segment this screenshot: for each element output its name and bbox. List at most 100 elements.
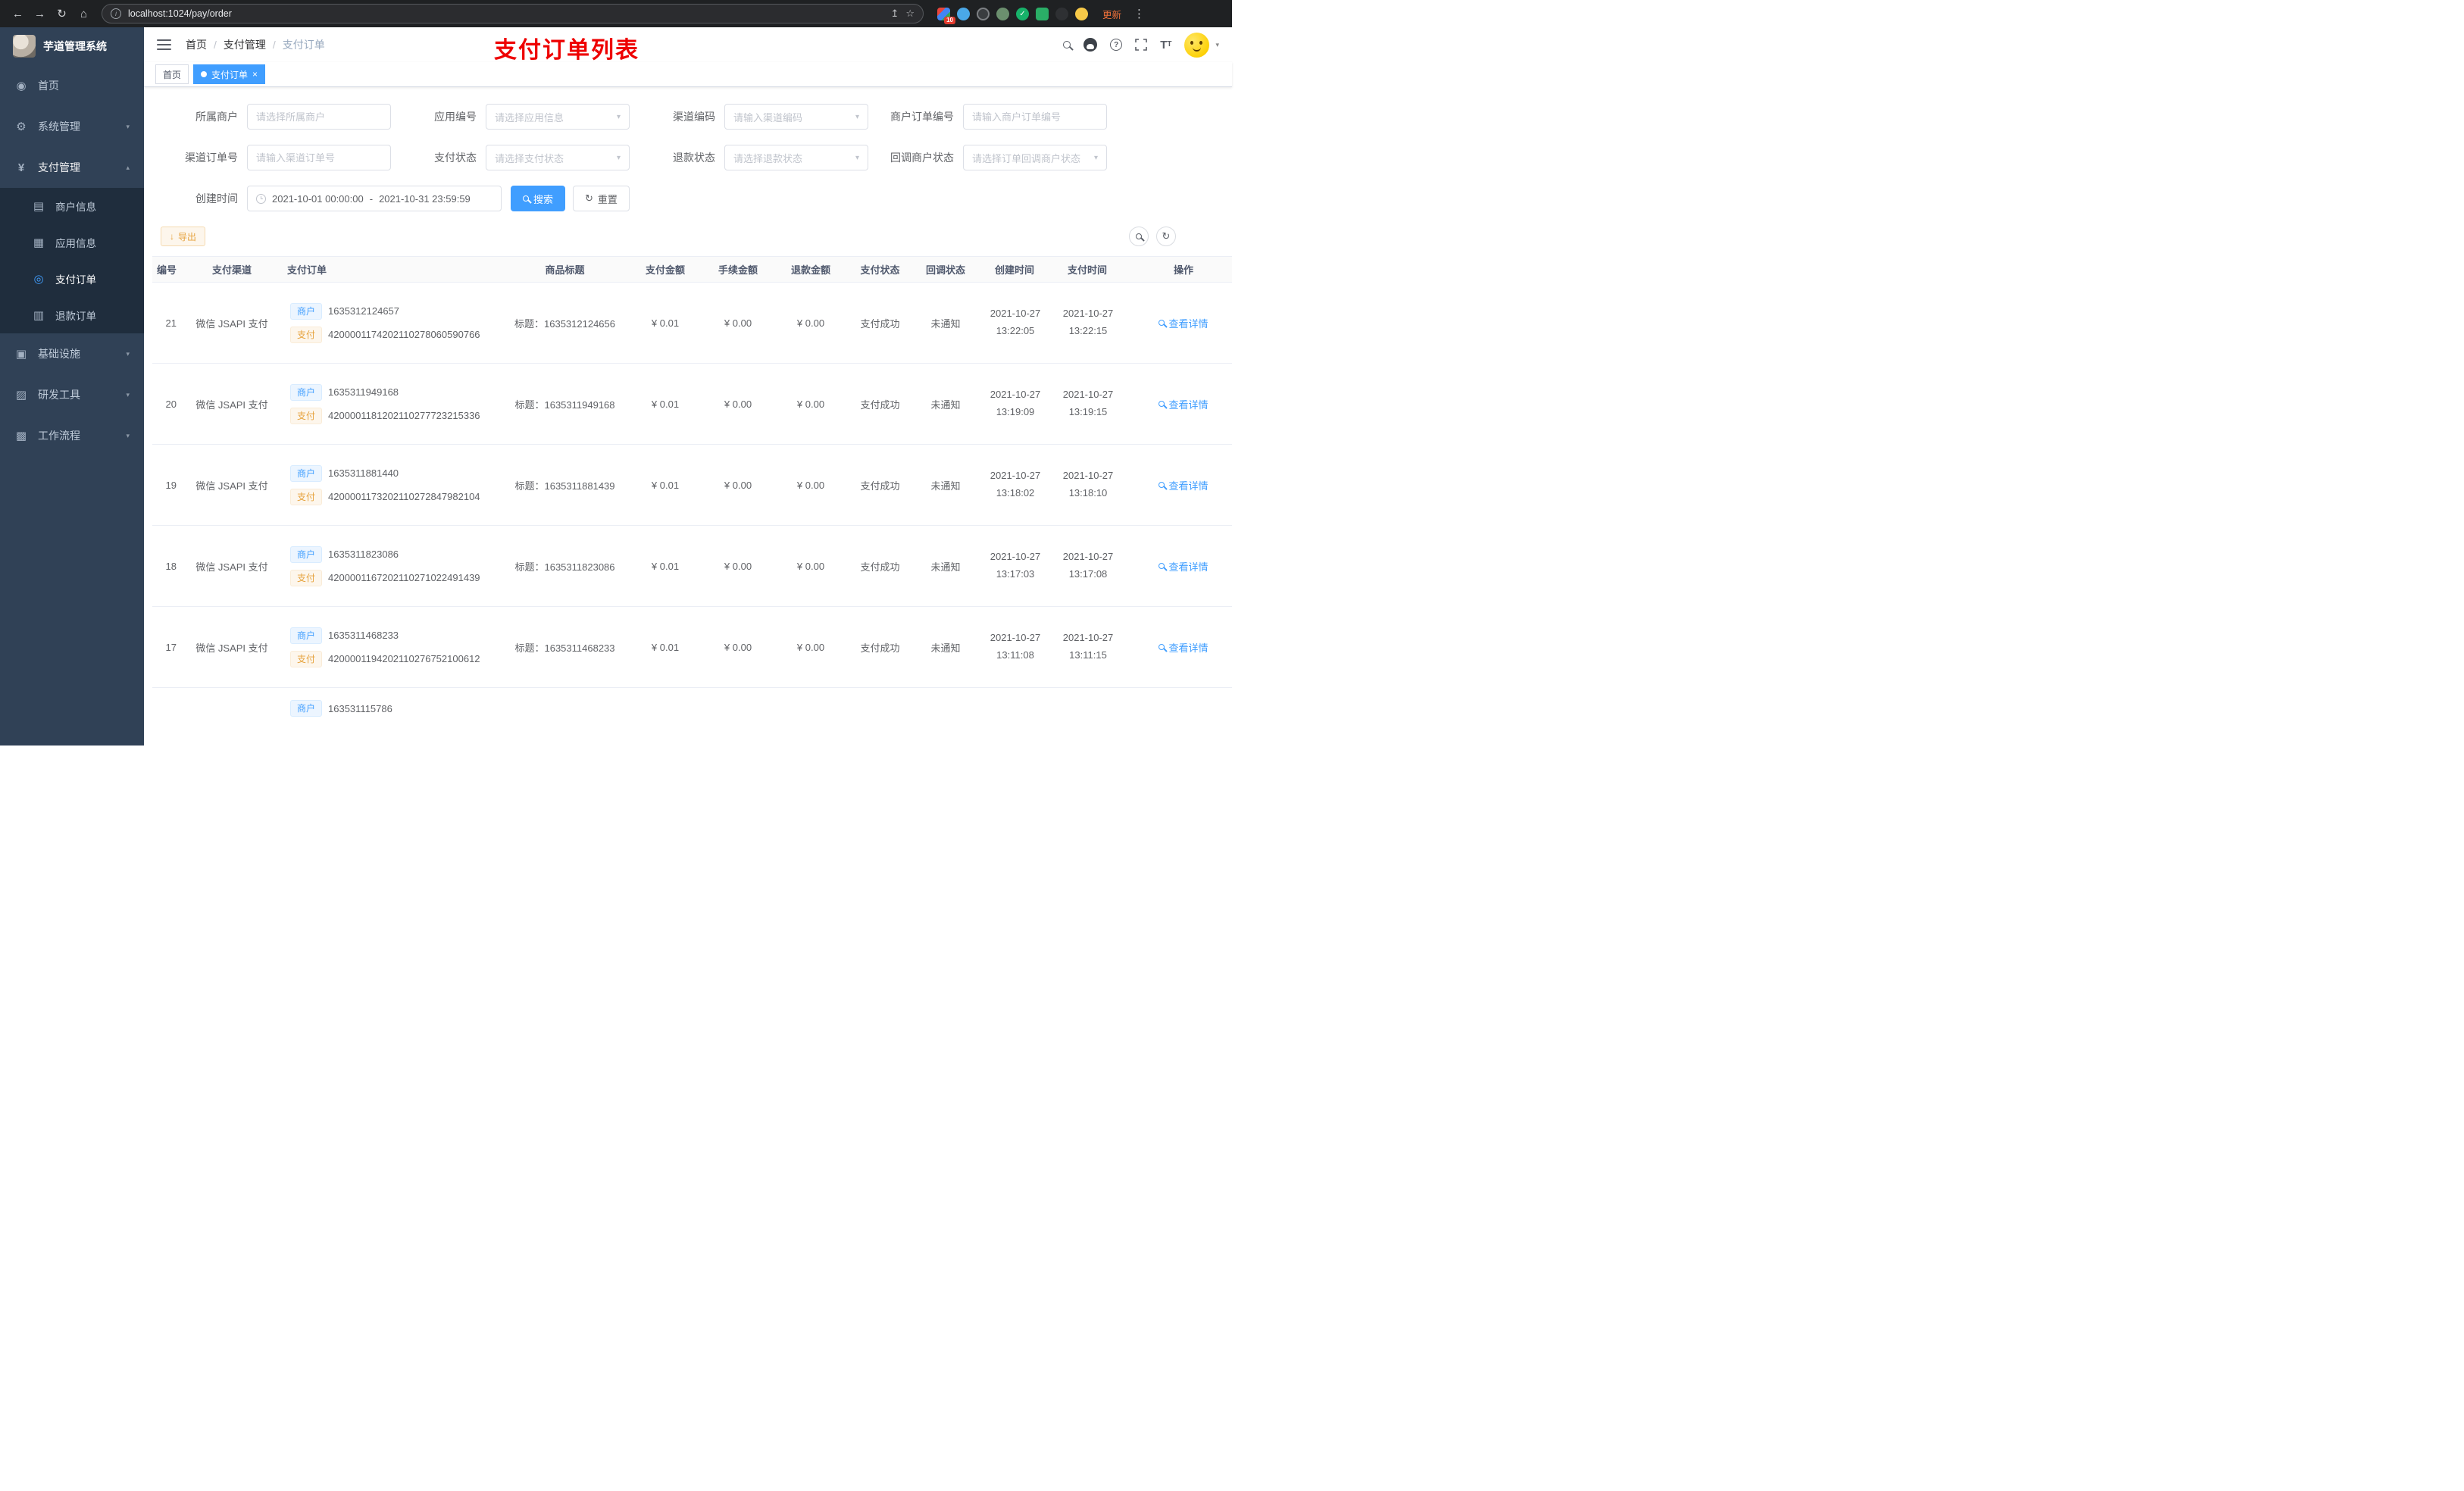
search-icon[interactable] — [1063, 41, 1071, 48]
cell-id: 18 — [152, 525, 183, 607]
extension-icon-6[interactable] — [1036, 7, 1049, 20]
cell-title: 标题：1635311468233 — [501, 606, 629, 688]
sidebar-item-pay-order[interactable]: 支付订单 — [0, 261, 144, 297]
export-button[interactable]: 导出 — [161, 227, 206, 246]
close-icon[interactable] — [252, 69, 258, 80]
tab-home[interactable]: 首页 — [155, 64, 189, 84]
refresh-table-icon[interactable] — [1156, 227, 1176, 246]
channel-code-select[interactable]: 请输入渠道编码 — [724, 104, 868, 130]
channel-order-input[interactable] — [247, 145, 391, 170]
page-content: 所属商户 应用编号 请选择应用信息 渠道编码 请输入渠道编码 — [144, 87, 1232, 746]
pay-order-icon — [32, 272, 45, 286]
cell-status: 支付成功 — [847, 606, 913, 688]
app-id-select[interactable]: 请选择应用信息 — [486, 104, 630, 130]
sidebar-item-label: 支付订单 — [55, 274, 96, 286]
font-size-icon[interactable]: TT — [1160, 39, 1171, 51]
tab-pay-order[interactable]: 支付订单 — [193, 64, 266, 84]
breadcrumb-home[interactable]: 首页 — [186, 37, 207, 52]
cell-created: 2021-10-27 13:18:02 — [990, 470, 1041, 499]
pay-tag: 支付 — [290, 407, 323, 424]
reset-button-label: 重置 — [597, 193, 618, 205]
sidebar-item-workflow[interactable]: 工作流程 — [0, 415, 144, 456]
sidebar-item-payment[interactable]: 支付管理 — [0, 147, 144, 188]
reload-icon[interactable] — [52, 4, 72, 24]
cell-notify: 未通知 — [913, 606, 978, 688]
extension-icon-8[interactable] — [1075, 7, 1088, 20]
view-detail-link[interactable]: 查看详情 — [1159, 397, 1209, 411]
bookmark-star-icon[interactable] — [905, 8, 915, 20]
address-bar[interactable]: localhost:1024/pay/order — [102, 4, 924, 23]
url-text: localhost:1024/pay/order — [128, 8, 232, 19]
sidebar-item-system[interactable]: 系统管理 — [0, 106, 144, 147]
pay-tag: 支付 — [290, 569, 323, 586]
app-logo-row: 芋道管理系统 — [0, 27, 144, 65]
channel-order-no: 4200001194202110276752100612 — [328, 653, 480, 664]
create-time-label: 创建时间 — [195, 192, 238, 205]
sidebar-item-merchant-info[interactable]: 商户信息 — [0, 188, 144, 224]
select-placeholder: 请选择支付状态 — [495, 152, 564, 164]
toggle-search-icon[interactable] — [1129, 227, 1149, 246]
reset-button[interactable]: 重置 — [573, 186, 630, 211]
merchant-order-no: 1635312124657 — [328, 305, 400, 317]
sidebar-item-refund-order[interactable]: 退款订单 — [0, 297, 144, 333]
export-button-label: 导出 — [178, 231, 197, 242]
channel-order-no: 4200001174202110278060590766 — [328, 329, 480, 340]
refund-status-label: 退款状态 — [673, 152, 715, 164]
extension-icon-1[interactable]: 10 — [937, 7, 955, 24]
view-detail-link[interactable]: 查看详情 — [1159, 559, 1209, 574]
view-detail-link[interactable]: 查看详情 — [1159, 640, 1209, 655]
extension-icon-5[interactable] — [1016, 7, 1029, 20]
callback-status-select[interactable]: 请选择订单回调商户状态 — [963, 145, 1107, 170]
browser-menu-icon[interactable] — [1130, 7, 1149, 20]
chevron-down-icon — [1094, 154, 1098, 162]
app-grid-icon — [32, 236, 45, 249]
sidebar-item-home[interactable]: 首页 — [0, 65, 144, 106]
cell-status: 支付成功 — [847, 444, 913, 526]
pay-status-select[interactable]: 请选择支付状态 — [486, 145, 630, 170]
extension-icon-2[interactable] — [957, 7, 970, 20]
fullscreen-icon[interactable] — [1135, 39, 1147, 51]
refund-status-select[interactable]: 请选择退款状态 — [724, 145, 868, 170]
search-icon — [1159, 401, 1165, 407]
view-detail-link[interactable]: 查看详情 — [1159, 478, 1209, 492]
view-detail-label: 查看详情 — [1168, 561, 1209, 573]
cell-notify: 未通知 — [913, 363, 978, 445]
share-icon[interactable] — [890, 8, 899, 20]
refund-doc-icon — [32, 308, 45, 322]
search-icon — [523, 195, 529, 202]
site-info-icon[interactable] — [111, 8, 121, 19]
cell-notify: 未通知 — [913, 444, 978, 526]
search-button[interactable]: 搜索 — [511, 186, 566, 211]
sidebar-item-app-info[interactable]: 应用信息 — [0, 224, 144, 261]
browser-update-button[interactable]: 更新 — [1096, 4, 1128, 24]
sidebar-item-dev-tools[interactable]: 研发工具 — [0, 374, 144, 415]
back-icon[interactable] — [8, 4, 28, 24]
cell-paid: 2021-10-27 13:17:08 — [1062, 551, 1114, 580]
search-icon — [1159, 482, 1165, 488]
view-detail-link[interactable]: 查看详情 — [1159, 316, 1209, 330]
create-time-range-picker[interactable]: 2021-10-01 00:00:00 - 2021-10-31 23:59:5… — [247, 186, 502, 211]
cell-status: 支付成功 — [847, 363, 913, 445]
avatar[interactable] — [1184, 32, 1210, 58]
col-header-channel: 支付渠道 — [183, 256, 281, 283]
merchant-card-icon — [32, 199, 45, 213]
extension-icon-7[interactable] — [1055, 7, 1068, 20]
sidebar-item-infrastructure[interactable]: 基础设施 — [0, 333, 144, 374]
breadcrumb-payment[interactable]: 支付管理 — [224, 37, 266, 52]
extension-icon-4[interactable] — [996, 7, 1009, 20]
merchant-order-input[interactable] — [963, 104, 1107, 130]
sidebar-collapse-icon[interactable] — [157, 39, 171, 50]
infrastructure-icon — [14, 347, 28, 361]
merchant-input[interactable] — [247, 104, 391, 130]
forward-icon[interactable] — [30, 4, 50, 24]
github-icon[interactable] — [1083, 38, 1098, 52]
help-icon[interactable] — [1110, 39, 1123, 51]
app-title: 芋道管理系统 — [43, 40, 107, 52]
extension-icon-3[interactable] — [977, 7, 990, 20]
table-row: 21 微信 JSAPI 支付 商户 1635312124657 支付 4200001… — [152, 282, 1232, 364]
merchant-order-label: 商户订单编号 — [890, 111, 954, 123]
search-icon — [1159, 320, 1165, 326]
avatar-caret-icon[interactable] — [1215, 41, 1219, 49]
home-icon[interactable] — [73, 4, 94, 24]
cell-amount: ¥ 0.01 — [629, 606, 702, 688]
